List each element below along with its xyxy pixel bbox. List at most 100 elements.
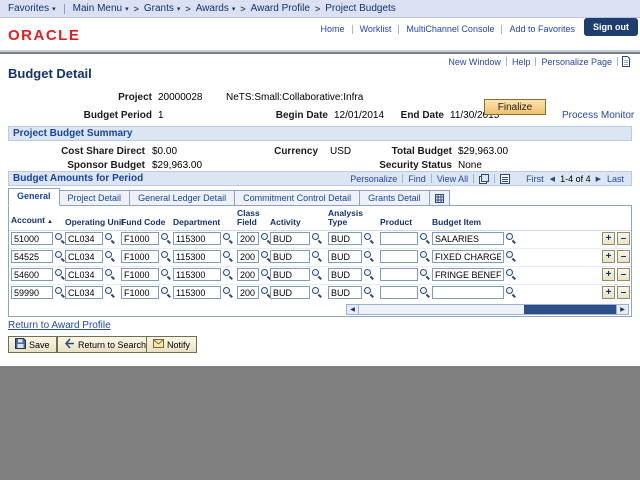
analysis-type-input[interactable]: [328, 268, 362, 281]
class-field-input[interactable]: [237, 232, 259, 245]
analysis-type-input[interactable]: [328, 286, 362, 299]
delete-row-button[interactable]: –: [617, 268, 630, 281]
lookup-icon[interactable]: [364, 251, 375, 262]
analysis-type-input[interactable]: [328, 250, 362, 263]
product-input[interactable]: [380, 286, 418, 299]
column-header-analysis-type[interactable]: Analysis Type: [328, 209, 372, 227]
activity-input[interactable]: [270, 250, 310, 263]
breadcrumb-grants[interactable]: Grants ▾: [144, 3, 181, 14]
operating-unit-input[interactable]: [65, 268, 103, 281]
column-header-class-field[interactable]: Class Field: [237, 209, 263, 227]
grid-horizontal-scrollbar[interactable]: ◀ ▶: [346, 304, 629, 315]
worklist-link[interactable]: Worklist: [360, 24, 392, 34]
lookup-icon[interactable]: [105, 251, 116, 262]
product-input[interactable]: [380, 232, 418, 245]
lookup-icon[interactable]: [161, 233, 172, 244]
lookup-icon[interactable]: [312, 287, 323, 298]
lookup-icon[interactable]: [161, 269, 172, 280]
lookup-icon[interactable]: [223, 269, 234, 280]
new-window-link[interactable]: New Window: [448, 57, 501, 67]
lookup-icon[interactable]: [161, 287, 172, 298]
return-to-award-profile-link[interactable]: Return to Award Profile: [8, 320, 111, 331]
scrollbar-track[interactable]: [359, 304, 616, 315]
lookup-icon[interactable]: [223, 233, 234, 244]
first-link[interactable]: First: [526, 174, 544, 184]
lookup-icon[interactable]: [105, 269, 116, 280]
scrollbar-thumb[interactable]: [524, 305, 616, 314]
lookup-icon[interactable]: [420, 287, 431, 298]
save-button[interactable]: Save: [8, 336, 57, 353]
lookup-icon[interactable]: [364, 269, 375, 280]
breadcrumb-awards[interactable]: Awards ▾: [196, 3, 236, 14]
notify-button[interactable]: Notify: [146, 336, 198, 353]
product-input[interactable]: [380, 250, 418, 263]
multichannel-console-link[interactable]: MultiChannel Console: [406, 24, 494, 34]
personalize-page-link[interactable]: Personalize Page: [541, 57, 612, 67]
lookup-icon[interactable]: [312, 251, 323, 262]
lookup-icon[interactable]: [506, 287, 517, 298]
budget-item-input[interactable]: [432, 232, 504, 245]
class-field-input[interactable]: [237, 268, 259, 281]
return-to-search-button[interactable]: Return to Search: [57, 336, 154, 353]
fund-code-input[interactable]: [121, 286, 159, 299]
department-input[interactable]: [173, 286, 221, 299]
column-header-activity[interactable]: Activity: [270, 218, 301, 227]
breadcrumb-award-profile[interactable]: Award Profile: [251, 3, 310, 14]
fund-code-input[interactable]: [121, 232, 159, 245]
scroll-right-icon[interactable]: ▶: [616, 304, 629, 315]
column-header-account[interactable]: Account ▲: [11, 216, 53, 227]
show-all-columns-icon[interactable]: [429, 190, 450, 206]
lookup-icon[interactable]: [420, 251, 431, 262]
delete-row-button[interactable]: –: [617, 250, 630, 263]
activity-input[interactable]: [270, 286, 310, 299]
lookup-icon[interactable]: [364, 233, 375, 244]
next-rows-icon[interactable]: ▶: [596, 175, 601, 183]
last-link[interactable]: Last: [607, 174, 624, 184]
column-header-department[interactable]: Department: [173, 218, 220, 227]
tab-commitment-control-detail[interactable]: Commitment Control Detail: [235, 190, 361, 206]
lookup-icon[interactable]: [420, 233, 431, 244]
lookup-icon[interactable]: [223, 287, 234, 298]
budget-item-input[interactable]: [432, 250, 504, 263]
column-header-budget-item[interactable]: Budget Item: [432, 218, 481, 227]
lookup-icon[interactable]: [312, 269, 323, 280]
lookup-icon[interactable]: [223, 251, 234, 262]
department-input[interactable]: [173, 250, 221, 263]
class-field-input[interactable]: [237, 250, 259, 263]
lookup-icon[interactable]: [506, 269, 517, 280]
scroll-left-icon[interactable]: ◀: [346, 304, 359, 315]
lookup-icon[interactable]: [420, 269, 431, 280]
lookup-icon[interactable]: [364, 287, 375, 298]
account-input[interactable]: [11, 286, 53, 299]
budget-item-input[interactable]: [432, 286, 504, 299]
help-link[interactable]: Help: [512, 57, 531, 67]
account-input[interactable]: [11, 268, 53, 281]
previous-rows-icon[interactable]: ◀: [550, 175, 555, 183]
add-row-button[interactable]: +: [602, 268, 615, 281]
account-input[interactable]: [11, 232, 53, 245]
add-row-button[interactable]: +: [602, 232, 615, 245]
view-all-link[interactable]: View All: [437, 174, 468, 184]
breadcrumb-favorites[interactable]: Favorites ▾: [8, 3, 56, 14]
class-field-input[interactable]: [237, 286, 259, 299]
find-link[interactable]: Find: [408, 174, 426, 184]
zoom-grid-icon[interactable]: [479, 173, 490, 184]
copy-url-icon[interactable]: [621, 56, 631, 67]
budget-item-input[interactable]: [432, 268, 504, 281]
add-row-button[interactable]: +: [602, 250, 615, 263]
breadcrumb-main-menu[interactable]: Main Menu ▾: [73, 3, 129, 14]
column-header-fund-code[interactable]: Fund Code: [121, 218, 165, 227]
product-input[interactable]: [380, 268, 418, 281]
lookup-icon[interactable]: [312, 233, 323, 244]
personalize-link[interactable]: Personalize: [350, 174, 397, 184]
fund-code-input[interactable]: [121, 250, 159, 263]
lookup-icon[interactable]: [105, 287, 116, 298]
lookup-icon[interactable]: [161, 251, 172, 262]
home-link[interactable]: Home: [321, 24, 345, 34]
finalize-button[interactable]: Finalize: [484, 99, 546, 115]
sign-out-button[interactable]: Sign out: [584, 18, 638, 36]
breadcrumb-project-budgets[interactable]: Project Budgets: [325, 3, 396, 14]
column-header-product[interactable]: Product: [380, 218, 412, 227]
lookup-icon[interactable]: [506, 251, 517, 262]
analysis-type-input[interactable]: [328, 232, 362, 245]
